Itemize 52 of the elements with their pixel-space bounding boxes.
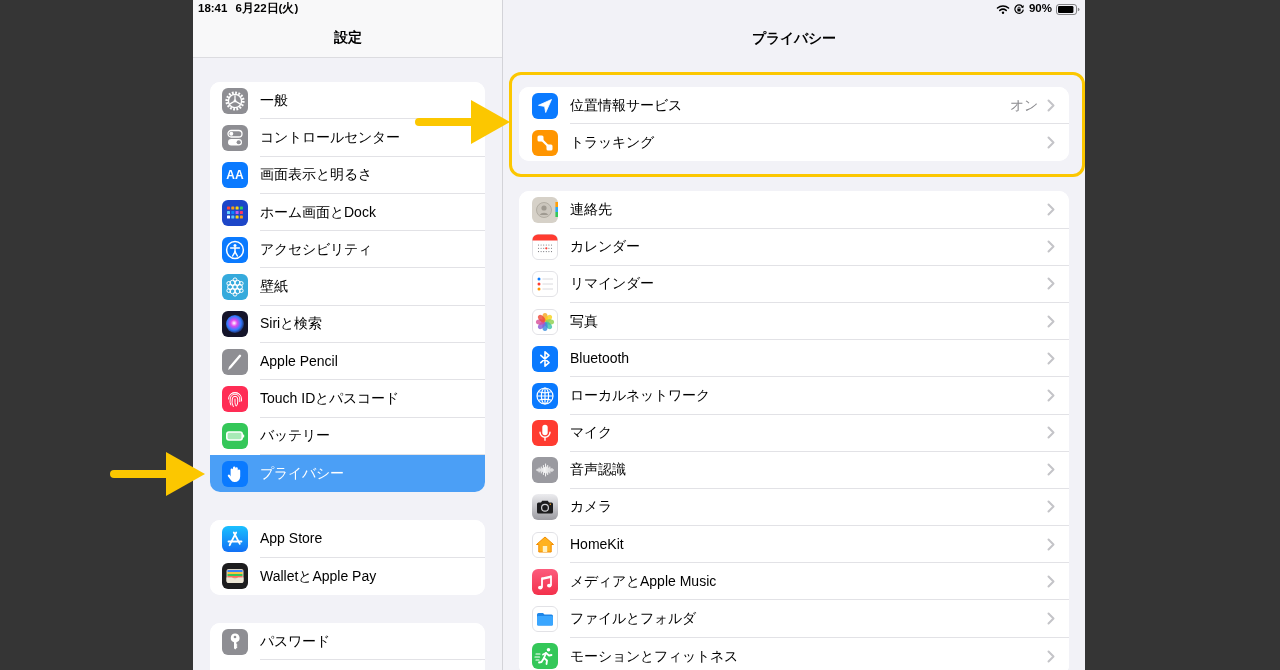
contact-card-icon: [532, 196, 558, 223]
route-icon: [532, 129, 558, 156]
microphone-icon: [532, 420, 558, 447]
chevron-icon: [1047, 388, 1055, 402]
waveform-icon: [532, 457, 558, 484]
chevron-icon: [1047, 463, 1055, 477]
app-grid-icon: [222, 199, 248, 226]
chevron-icon: [1047, 98, 1055, 112]
wallet-icon: [222, 563, 248, 590]
chevron-icon: [1047, 351, 1055, 365]
runner-icon: [532, 643, 558, 670]
flower-petals-icon: [532, 308, 558, 335]
pencil-icon: [222, 348, 248, 375]
camera-icon: [532, 494, 558, 521]
battery-icon: [222, 423, 248, 450]
globe-icon: [532, 382, 558, 409]
chevron-icon: [1047, 649, 1055, 663]
orb-icon: [222, 311, 248, 338]
chevron-icon: [1047, 500, 1055, 514]
battery-percent: 90%: [1028, 1, 1052, 17]
chevron-icon: [1047, 537, 1055, 551]
chevron-icon: [1047, 277, 1055, 291]
music-note-icon: [532, 568, 558, 595]
a-shape-icon: [222, 525, 248, 552]
row-value: オン: [1010, 95, 1038, 115]
checklist-icon: [532, 271, 558, 298]
accessibility-icon: [222, 236, 248, 263]
toggle-switches-icon: [222, 124, 248, 151]
sidebar-title: 設定: [333, 28, 362, 47]
chevron-icon: [1047, 240, 1055, 254]
gear-icon: [222, 87, 248, 114]
battery-icon: [1056, 3, 1080, 15]
chevron-icon: [1047, 612, 1055, 626]
chevron-icon: [1047, 202, 1055, 216]
rotation-lock-icon: [1013, 3, 1025, 15]
page-title: プライバシー: [752, 28, 836, 48]
flower-icon: [222, 274, 248, 301]
status-time: 18:41: [198, 1, 228, 17]
text-size-icon: AA: [222, 162, 248, 189]
chevron-icon: [1047, 314, 1055, 328]
bluetooth-icon: [532, 345, 558, 372]
house-icon: [532, 531, 558, 558]
chevron-icon: [1047, 574, 1055, 588]
calendar-icon: [532, 234, 558, 261]
status-date: 6月22日(火): [235, 1, 299, 17]
chevron-icon: [1047, 136, 1055, 150]
chevron-icon: [1047, 426, 1055, 440]
fingerprint-icon: [222, 386, 248, 412]
wifi-icon: [995, 4, 1010, 14]
hand-icon: [222, 460, 248, 487]
key-icon: [222, 628, 248, 655]
folder-icon: [532, 606, 558, 633]
